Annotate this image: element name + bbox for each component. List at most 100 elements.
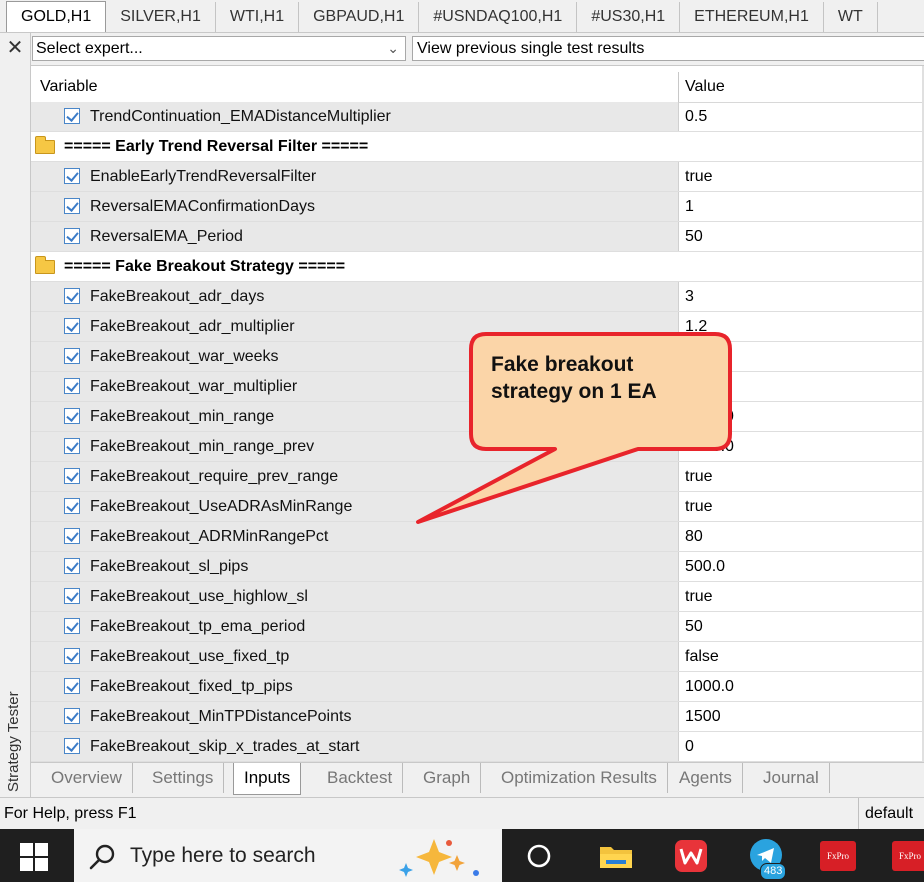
tab-inputs[interactable]: Inputs (233, 763, 302, 795)
strategy-tester-vertical-title: Strategy Tester (5, 691, 22, 792)
parameter-checkbox[interactable] (64, 648, 80, 664)
value-cell[interactable]: 0.5 (678, 102, 924, 131)
parameter-checkbox[interactable] (64, 408, 80, 424)
parameter-checkbox[interactable] (64, 108, 80, 124)
expert-select-dropdown[interactable]: Select expert... ⌄ (32, 36, 406, 61)
table-row[interactable]: FakeBreakout_fixed_tp_pips 1000.0 (31, 672, 924, 702)
table-row[interactable]: FakeBreakout_skip_x_trades_at_start 0 (31, 732, 924, 762)
parameter-checkbox[interactable] (64, 378, 80, 394)
parameter-checkbox[interactable] (64, 468, 80, 484)
chart-tab[interactable]: #USNDAQ100,H1 (419, 2, 578, 32)
telegram-icon[interactable]: 483 (748, 837, 788, 881)
chart-tab[interactable]: WT (824, 2, 878, 32)
value-cell[interactable]: 50 (678, 222, 924, 251)
chart-tab[interactable]: SILVER,H1 (106, 2, 216, 32)
file-explorer-icon[interactable] (598, 841, 634, 871)
view-previous-results-field[interactable]: View previous single test results (412, 36, 924, 61)
variable-name: FakeBreakout_war_multiplier (90, 378, 298, 395)
variable-name: FakeBreakout_UseADRAsMinRange (90, 498, 353, 515)
tab-overview[interactable]: Overview (41, 763, 133, 793)
parameter-checkbox[interactable] (64, 348, 80, 364)
tab-optimization-results[interactable]: Optimization Results (491, 763, 668, 793)
close-icon[interactable]: ✕ (0, 35, 30, 61)
tester-toolbar: Select expert... ⌄ View previous single … (31, 33, 924, 66)
table-row[interactable]: FakeBreakout_MinTPDistancePoints 1500 (31, 702, 924, 732)
table-row[interactable]: FakeBreakout_adr_multiplier 1.2 (31, 312, 924, 342)
table-row[interactable]: FakeBreakout_min_range 2000.0 (31, 402, 924, 432)
table-row[interactable]: EnableEarlyTrendReversalFilter true (31, 162, 924, 192)
fxpro-icon[interactable]: FxPro (820, 841, 856, 871)
chart-tab[interactable]: GBPAUD,H1 (299, 2, 420, 32)
value-cell[interactable]: 50 (678, 612, 924, 641)
column-header-value[interactable]: Value (685, 72, 725, 102)
parameter-checkbox[interactable] (64, 558, 80, 574)
column-header-variable[interactable]: Variable (40, 72, 98, 102)
value-cell[interactable]: true (678, 462, 924, 491)
wps-office-icon[interactable] (674, 839, 708, 873)
table-row[interactable]: FakeBreakout_use_fixed_tp false (31, 642, 924, 672)
value-cell[interactable]: 1500.0 (678, 432, 924, 461)
value-cell[interactable]: true (678, 492, 924, 521)
tab-backtest[interactable]: Backtest (317, 763, 404, 793)
chart-tab[interactable]: #US30,H1 (577, 2, 681, 32)
windows-taskbar: Type here to search 483 FxPro FxPro (0, 829, 924, 882)
table-row[interactable]: FakeBreakout_min_range_prev 1500.0 (31, 432, 924, 462)
value-cell[interactable]: 0.8 (678, 372, 924, 401)
parameter-checkbox[interactable] (64, 618, 80, 634)
copilot-sparkle-icon[interactable] (394, 835, 484, 879)
table-row[interactable]: FakeBreakout_UseADRAsMinRange true (31, 492, 924, 522)
tab-agents[interactable]: Agents (669, 763, 743, 793)
chart-tab[interactable]: GOLD,H1 (6, 1, 107, 32)
parameter-checkbox[interactable] (64, 738, 80, 754)
group-header-row[interactable]: ===== Fake Breakout Strategy ===== (31, 252, 924, 282)
parameter-checkbox[interactable] (64, 588, 80, 604)
chart-tab[interactable]: WTI,H1 (216, 2, 300, 32)
parameter-checkbox[interactable] (64, 168, 80, 184)
group-header-row[interactable]: ===== Early Trend Reversal Filter ===== (31, 132, 924, 162)
value-cell[interactable]: 80 (678, 522, 924, 551)
taskbar-search-box[interactable]: Type here to search (74, 829, 502, 882)
parameter-checkbox[interactable] (64, 228, 80, 244)
parameter-checkbox[interactable] (64, 198, 80, 214)
parameter-checkbox[interactable] (64, 288, 80, 304)
value-cell[interactable]: 0 (678, 732, 924, 761)
parameter-checkbox[interactable] (64, 498, 80, 514)
chart-tab[interactable]: ETHEREUM,H1 (680, 2, 824, 32)
parameter-checkbox[interactable] (64, 438, 80, 454)
value-cell[interactable]: 1500 (678, 702, 924, 731)
parameter-checkbox[interactable] (64, 708, 80, 724)
value-cell[interactable]: true (678, 162, 924, 191)
tab-graph[interactable]: Graph (413, 763, 482, 793)
value-cell[interactable]: false (678, 642, 924, 671)
table-row[interactable]: ReversalEMAConfirmationDays 1 (31, 192, 924, 222)
table-row[interactable]: ReversalEMA_Period 50 (31, 222, 924, 252)
table-row[interactable]: FakeBreakout_war_weeks 3 (31, 342, 924, 372)
value-cell[interactable]: 1.2 (678, 312, 924, 341)
value-cell[interactable]: 2000.0 (678, 402, 924, 431)
table-row[interactable]: FakeBreakout_war_multiplier 0.8 (31, 372, 924, 402)
value-cell[interactable]: 3 (678, 342, 924, 371)
table-row[interactable]: FakeBreakout_sl_pips 500.0 (31, 552, 924, 582)
column-divider[interactable] (678, 72, 679, 102)
table-row[interactable]: FakeBreakout_adr_days 3 (31, 282, 924, 312)
table-row[interactable]: FakeBreakout_ADRMinRangePct 80 (31, 522, 924, 552)
value-cell[interactable]: 1000.0 (678, 672, 924, 701)
value-cell[interactable]: true (678, 582, 924, 611)
tab-journal[interactable]: Journal (753, 763, 830, 793)
parameter-checkbox[interactable] (64, 528, 80, 544)
parameter-checkbox[interactable] (64, 678, 80, 694)
variable-cell: FakeBreakout_skip_x_trades_at_start (31, 732, 678, 761)
value-cell[interactable]: 3 (678, 282, 924, 311)
tab-settings[interactable]: Settings (142, 763, 225, 793)
variable-name: ReversalEMAConfirmationDays (90, 198, 315, 215)
task-view-icon[interactable] (526, 843, 552, 869)
value-cell[interactable]: 1 (678, 192, 924, 221)
table-row[interactable]: FakeBreakout_require_prev_range true (31, 462, 924, 492)
parameter-checkbox[interactable] (64, 318, 80, 334)
table-row[interactable]: TrendContinuation_EMADistanceMultiplier 0… (31, 102, 924, 132)
table-row[interactable]: FakeBreakout_use_highlow_sl true (31, 582, 924, 612)
windows-start-icon[interactable] (20, 843, 48, 871)
table-row[interactable]: FakeBreakout_tp_ema_period 50 (31, 612, 924, 642)
value-cell[interactable]: 500.0 (678, 552, 924, 581)
fxpro-icon[interactable]: FxPro (892, 841, 924, 871)
